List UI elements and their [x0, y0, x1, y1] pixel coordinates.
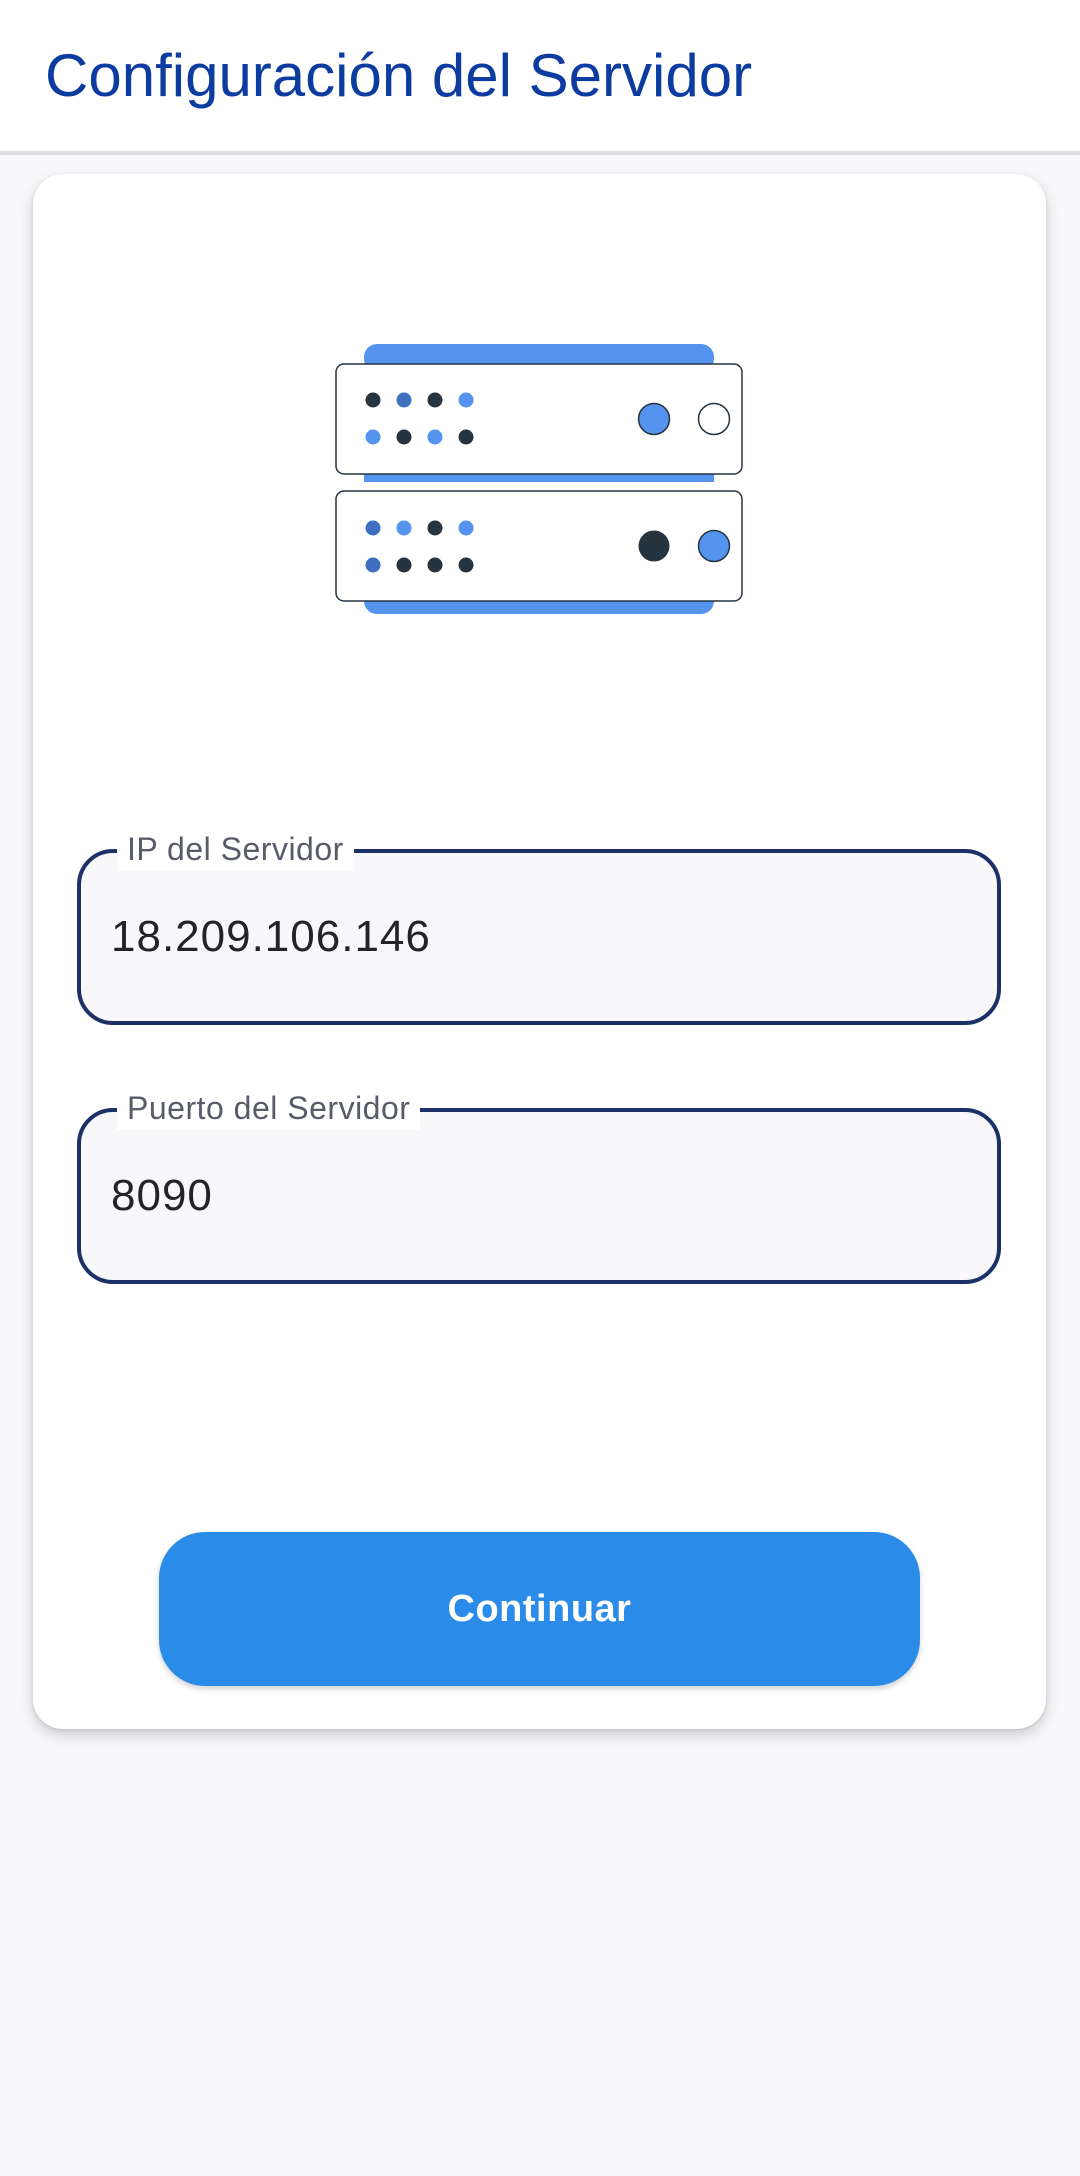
continue-button[interactable]: Continuar — [159, 1532, 920, 1686]
port-field[interactable]: Puerto del Servidor 8090 — [77, 1086, 1001, 1284]
port-field-label: Puerto del Servidor — [117, 1086, 421, 1130]
continue-button-label: Continuar — [447, 1587, 632, 1630]
server-rack-icon — [335, 344, 743, 614]
server-config-card: IP del Servidor 18.209.106.146 Puerto de… — [33, 174, 1046, 1729]
port-input-value[interactable]: 8090 — [111, 1168, 213, 1224]
ip-input-value[interactable]: 18.209.106.146 — [111, 909, 431, 965]
app-bar: Configuración del Servidor — [0, 0, 1080, 155]
ip-field-label: IP del Servidor — [117, 827, 354, 871]
ip-field[interactable]: IP del Servidor 18.209.106.146 — [77, 827, 1001, 1025]
page-title: Configuración del Servidor — [45, 42, 753, 109]
